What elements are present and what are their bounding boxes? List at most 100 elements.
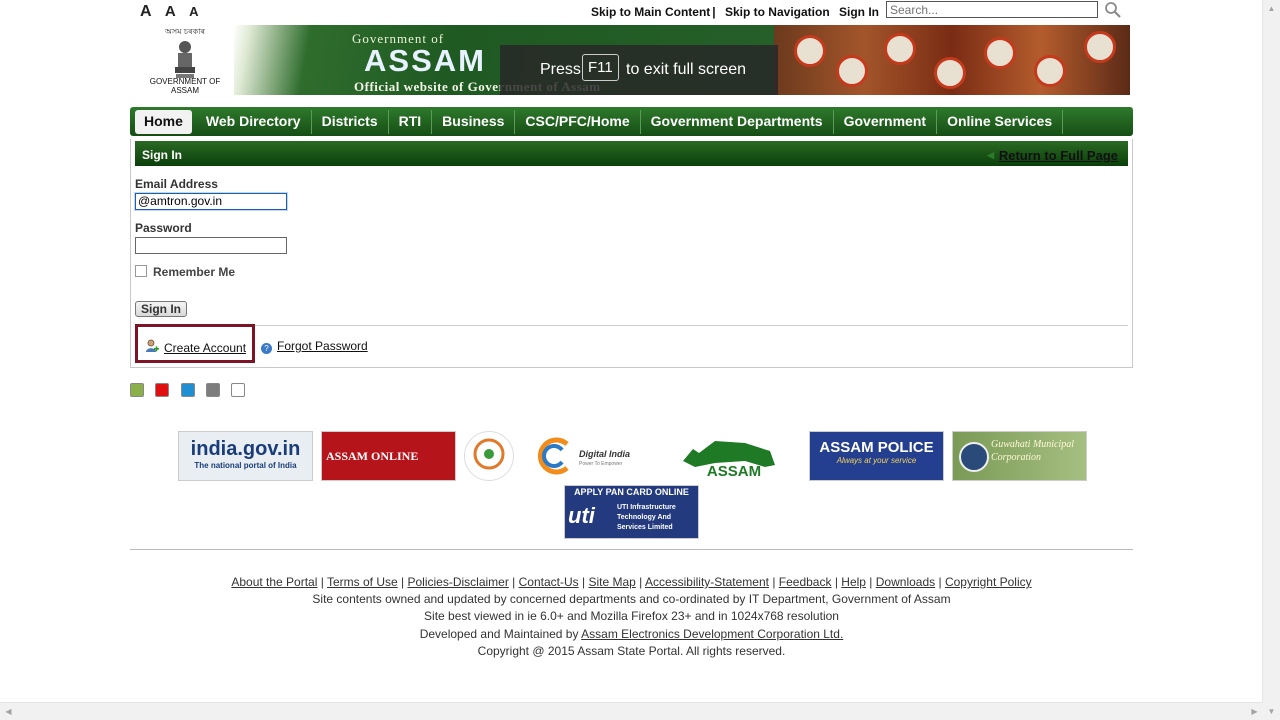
create-account-button[interactable]: Create Account [135, 324, 255, 363]
nav-item-districts[interactable]: Districts [312, 110, 389, 134]
footer-link-contact[interactable]: Contact-Us [519, 575, 579, 589]
return-to-full-page-link[interactable]: Return to Full Page [999, 148, 1118, 163]
divider [135, 325, 1128, 326]
dancer-image [794, 35, 826, 67]
email-label: Email Address [135, 177, 218, 191]
nav-item-web-directory[interactable]: Web Directory [196, 110, 312, 134]
dancer-image [884, 33, 916, 65]
sign-in-panel: Sign In ◀ Return to Full Page Email Addr… [130, 139, 1133, 368]
footer-link-about[interactable]: About the Portal [231, 575, 317, 589]
dancer-image [836, 55, 868, 87]
nav-item-government[interactable]: Government [834, 110, 938, 134]
guwahati-municipal-logo-link[interactable]: Guwahati Municipal Corporation [952, 431, 1087, 481]
footer-links: About the Portal | Terms of Use | Polici… [231, 575, 1032, 589]
emblem-label: GOVERNMENT OF ASSAM [149, 77, 221, 95]
nav-item-business[interactable]: Business [432, 110, 516, 134]
footer-divider [130, 549, 1133, 550]
top-link-separator: | [712, 5, 716, 19]
sewa-logo-icon [473, 438, 505, 470]
digital-india-logo-link[interactable]: Digital India Power To Empower [533, 431, 653, 481]
scroll-up-arrow-icon[interactable]: ▲ [1263, 0, 1280, 17]
horizontal-scrollbar[interactable]: ◀ ▶ [0, 702, 1263, 720]
search-input[interactable] [886, 1, 1098, 18]
assam-tourism-logo-text: ASSAM TOURISM [700, 463, 769, 481]
fullscreen-notice: Press F11 to exit full screen [500, 45, 778, 95]
forgot-password[interactable]: ? Forgot Password [261, 339, 368, 354]
return-arrow-icon: ◀ [987, 150, 994, 160]
skip-to-main-content-link[interactable]: Skip to Main Content [591, 5, 710, 19]
forgot-password-link[interactable]: Forgot Password [277, 339, 368, 353]
assam-police-logo-subtitle: Always at your service [836, 456, 917, 465]
footer-developer-text: Developed and Maintained by Assam Electr… [130, 627, 1133, 641]
theme-white-swatch[interactable] [231, 383, 246, 397]
sign-in-button[interactable]: Sign In [135, 301, 187, 317]
india-gov-logo-link[interactable]: india.gov.in The national portal of Indi… [178, 431, 313, 481]
font-size-large-button[interactable]: A [140, 3, 152, 21]
scroll-right-arrow-icon[interactable]: ▶ [1246, 703, 1263, 720]
theme-red-swatch[interactable] [155, 383, 170, 397]
password-field[interactable] [135, 237, 287, 254]
footer-ownership-text: Site contents owned and updated by conce… [312, 592, 951, 606]
digital-india-logo-subtitle: Power To Empower [579, 461, 623, 467]
dancer-image [1034, 55, 1066, 87]
banner-dancers-image [774, 25, 1130, 95]
footer-link-copyright[interactable]: Copyright Policy [945, 575, 1032, 589]
email-field[interactable] [135, 193, 287, 210]
header-banner: অসম চৰকাৰ GOVERNMENT OF ASSAM Government… [130, 25, 1133, 95]
theme-grey-swatch[interactable] [206, 383, 221, 397]
add-user-icon [146, 339, 159, 352]
remember-me-checkbox[interactable] [135, 265, 147, 277]
nav-item-rti[interactable]: RTI [389, 110, 433, 134]
scroll-down-arrow-icon[interactable]: ▼ [1263, 703, 1280, 720]
footer-browser-text: Site best viewed in ie 6.0+ and Mozilla … [424, 609, 839, 623]
assam-online-logo-link[interactable]: ASSAM ONLINE [321, 431, 456, 481]
uti-logo-text: uti [568, 503, 595, 528]
nav-item-home[interactable]: Home [135, 110, 192, 134]
assam-police-logo-link[interactable]: ASSAM POLICE Always at your service [809, 431, 944, 481]
remember-me-label: Remember Me [153, 265, 236, 279]
assam-tourism-logo-link[interactable]: ASSAM TOURISM [674, 431, 794, 481]
font-size-normal-button[interactable]: A [165, 3, 176, 20]
footer-developer-link[interactable]: Assam Electronics Development Corporatio… [581, 627, 843, 641]
fullscreen-press-text: Press [540, 61, 581, 78]
footer-link-feedback[interactable]: Feedback [779, 575, 832, 589]
emblem-caption: অসম চৰকাৰ [164, 27, 206, 36]
search-box [886, 1, 1121, 18]
scroll-left-arrow-icon[interactable]: ◀ [0, 703, 17, 720]
font-size-controls: A A A [140, 3, 208, 21]
nav-item-government-departments[interactable]: Government Departments [641, 110, 834, 134]
assam-online-logo-text: ASSAM ONLINE [326, 449, 419, 463]
top-sign-in-link[interactable]: Sign In [839, 5, 879, 19]
search-icon[interactable] [1104, 1, 1122, 19]
help-icon: ? [261, 343, 272, 354]
footer-copyright-text: Copyright @ 2015 Assam State Portal. All… [477, 644, 786, 658]
top-links: Skip to Main Content | Skip to Navigation… [585, 5, 879, 19]
create-account-label: Create Account [164, 341, 247, 355]
sign-in-header: Sign In ◀ Return to Full Page [135, 141, 1128, 166]
footer-link-sitemap[interactable]: Site Map [588, 575, 635, 589]
india-gov-logo-text: india.gov.in [190, 438, 301, 460]
footer-link-accessibility[interactable]: Accessibility-Statement [645, 575, 769, 589]
dancer-image [934, 57, 966, 89]
theme-green-swatch[interactable] [130, 383, 144, 397]
footer-link-policies[interactable]: Policies-Disclaimer [407, 575, 508, 589]
uti-pan-card-logo-link[interactable]: APPLY PAN CARD ONLINE uti UTI Infrastruc… [564, 485, 699, 539]
nav-item-online-services[interactable]: Online Services [937, 110, 1064, 134]
ashoka-emblem-icon [175, 41, 195, 78]
nav-item-csc-pfc-home[interactable]: CSC/PFC/Home [515, 110, 641, 134]
theme-selector [130, 383, 253, 400]
vertical-scrollbar[interactable]: ▲ ▼ [1262, 0, 1280, 720]
footer-developer-prefix: Developed and Maintained by [419, 627, 579, 641]
footer-link-downloads[interactable]: Downloads [876, 575, 935, 589]
password-label: Password [135, 221, 192, 235]
gmc-seal-icon [959, 442, 989, 472]
sign-in-title: Sign In [142, 148, 182, 162]
digital-india-logo-icon [537, 437, 569, 475]
theme-blue-swatch[interactable] [180, 383, 195, 397]
skip-to-navigation-link[interactable]: Skip to Navigation [725, 5, 830, 19]
sewa-logo-link[interactable] [464, 431, 514, 481]
footer-link-terms[interactable]: Terms of Use [327, 575, 398, 589]
font-size-small-button[interactable]: A [189, 4, 198, 19]
guwahati-municipal-logo-text: Guwahati Municipal Corporation [991, 439, 1075, 463]
footer-link-help[interactable]: Help [841, 575, 866, 589]
